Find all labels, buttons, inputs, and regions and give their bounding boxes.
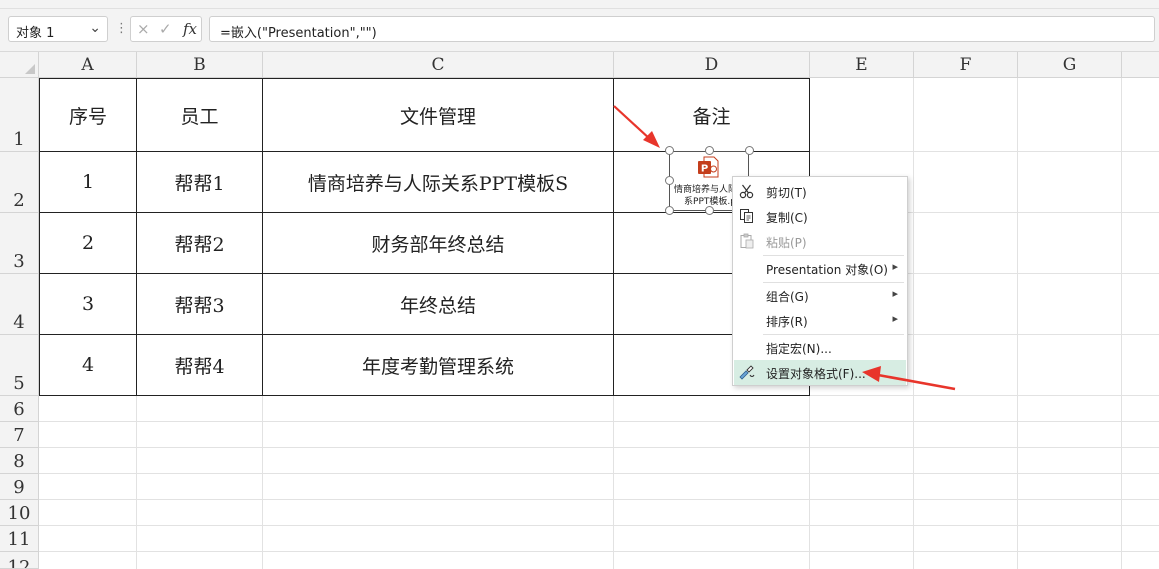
formula-buttons: × ✓ fx (130, 16, 202, 42)
gridline (39, 525, 1159, 526)
table-cell[interactable]: 帮帮2 (137, 213, 263, 274)
spreadsheet-grid: A B C D E F G 1 2 3 4 5 6 7 8 9 10 11 12… (0, 52, 1159, 569)
resize-handle[interactable] (665, 146, 674, 155)
name-box-value: 对象 1 (16, 26, 55, 41)
resize-handle[interactable] (665, 206, 674, 215)
table-header-cell[interactable]: 员工 (137, 78, 263, 152)
column-header-h[interactable] (1122, 52, 1159, 78)
table-header-cell[interactable]: 文件管理 (263, 78, 614, 152)
column-header-f[interactable]: F (914, 52, 1018, 78)
row-header-1[interactable]: 1 (0, 78, 39, 152)
menu-item-format-object[interactable]: 设置对象格式(F)... (734, 360, 906, 385)
resize-handle[interactable] (745, 146, 754, 155)
table-cell[interactable]: 帮帮4 (137, 335, 263, 396)
resize-handle[interactable] (665, 176, 674, 185)
table-cell[interactable]: 2 (39, 213, 137, 274)
table-cell[interactable]: 年度考勤管理系统 (263, 335, 614, 396)
formula-text: =嵌入("Presentation","") (220, 26, 377, 41)
menu-item-assign-macro[interactable]: 指定宏(N)... (734, 335, 906, 360)
chevron-right-icon: ▸ (892, 312, 898, 325)
row-header-12[interactable]: 12 (0, 552, 39, 569)
column-header-c[interactable]: C (263, 52, 614, 78)
table-header-cell[interactable]: 备注 (614, 78, 810, 152)
table-cell[interactable]: 3 (39, 274, 137, 335)
table-cell[interactable]: 1 (39, 152, 137, 213)
ribbon-edge (0, 0, 1159, 9)
more-vertical-icon[interactable]: ⋮ (115, 21, 128, 36)
row-header-4[interactable]: 4 (0, 274, 39, 335)
chevron-right-icon: ▸ (892, 287, 898, 300)
menu-item-cut[interactable]: 剪切(T) (734, 179, 906, 204)
menu-item-copy[interactable]: 复制(C) (734, 204, 906, 229)
formula-bar: 对象 1 ⌄ ⋮ × ✓ fx =嵌入("Presentation","") (0, 9, 1159, 52)
row-header-7[interactable]: 7 (0, 422, 39, 448)
table-cell[interactable]: 财务部年终总结 (263, 213, 614, 274)
menu-item-paste[interactable]: 粘贴(P) (734, 229, 906, 254)
cancel-icon[interactable]: × (137, 20, 150, 38)
row-header-5[interactable]: 5 (0, 335, 39, 396)
row-header-2[interactable]: 2 (0, 152, 39, 213)
table-cell[interactable]: 4 (39, 335, 137, 396)
row-header-3[interactable]: 3 (0, 213, 39, 274)
table-cell[interactable]: 年终总结 (263, 274, 614, 335)
name-box[interactable]: 对象 1 ⌄ (8, 16, 108, 42)
svg-text:P: P (701, 164, 708, 175)
row-header-11[interactable]: 11 (0, 526, 39, 552)
row-header-10[interactable]: 10 (0, 500, 39, 526)
format-object-icon (739, 365, 755, 380)
gridline (39, 447, 1159, 448)
menu-item-group[interactable]: 组合(G) ▸ (734, 283, 906, 308)
copy-icon (740, 209, 753, 223)
table-header-cell[interactable]: 序号 (39, 78, 137, 152)
gridline (39, 551, 1159, 552)
gridline (39, 421, 1159, 422)
column-header-d[interactable]: D (614, 52, 810, 78)
scissors-icon (739, 184, 754, 199)
fx-icon[interactable]: fx (183, 20, 197, 38)
row-header-9[interactable]: 9 (0, 474, 39, 500)
menu-item-order[interactable]: 排序(R) ▸ (734, 308, 906, 333)
menu-item-presentation-object[interactable]: Presentation 对象(O) ▸ (734, 256, 906, 281)
column-header-e[interactable]: E (810, 52, 914, 78)
select-all-corner[interactable] (0, 52, 39, 78)
table-cell[interactable]: 帮帮3 (137, 274, 263, 335)
formula-input[interactable]: =嵌入("Presentation","") (209, 16, 1155, 42)
column-header-g[interactable]: G (1018, 52, 1122, 78)
table-cell[interactable]: 帮帮1 (137, 152, 263, 213)
powerpoint-icon: P (698, 156, 719, 178)
resize-handle[interactable] (705, 146, 714, 155)
context-menu: 剪切(T) 复制(C) 粘贴(P) Presentation 对象(O) ▸ 组… (732, 176, 908, 386)
row-header-8[interactable]: 8 (0, 448, 39, 474)
chevron-down-icon[interactable]: ⌄ (89, 20, 101, 36)
row-header-6[interactable]: 6 (0, 396, 39, 422)
chevron-right-icon: ▸ (892, 260, 898, 273)
table-cell[interactable]: 情商培养与人际关系PPT模板S (263, 152, 614, 213)
gridline (39, 499, 1159, 500)
column-header-a[interactable]: A (39, 52, 137, 78)
gridline (39, 473, 1159, 474)
check-icon[interactable]: ✓ (159, 20, 172, 38)
column-header-b[interactable]: B (137, 52, 263, 78)
resize-handle[interactable] (705, 206, 714, 215)
paste-icon (740, 233, 754, 249)
